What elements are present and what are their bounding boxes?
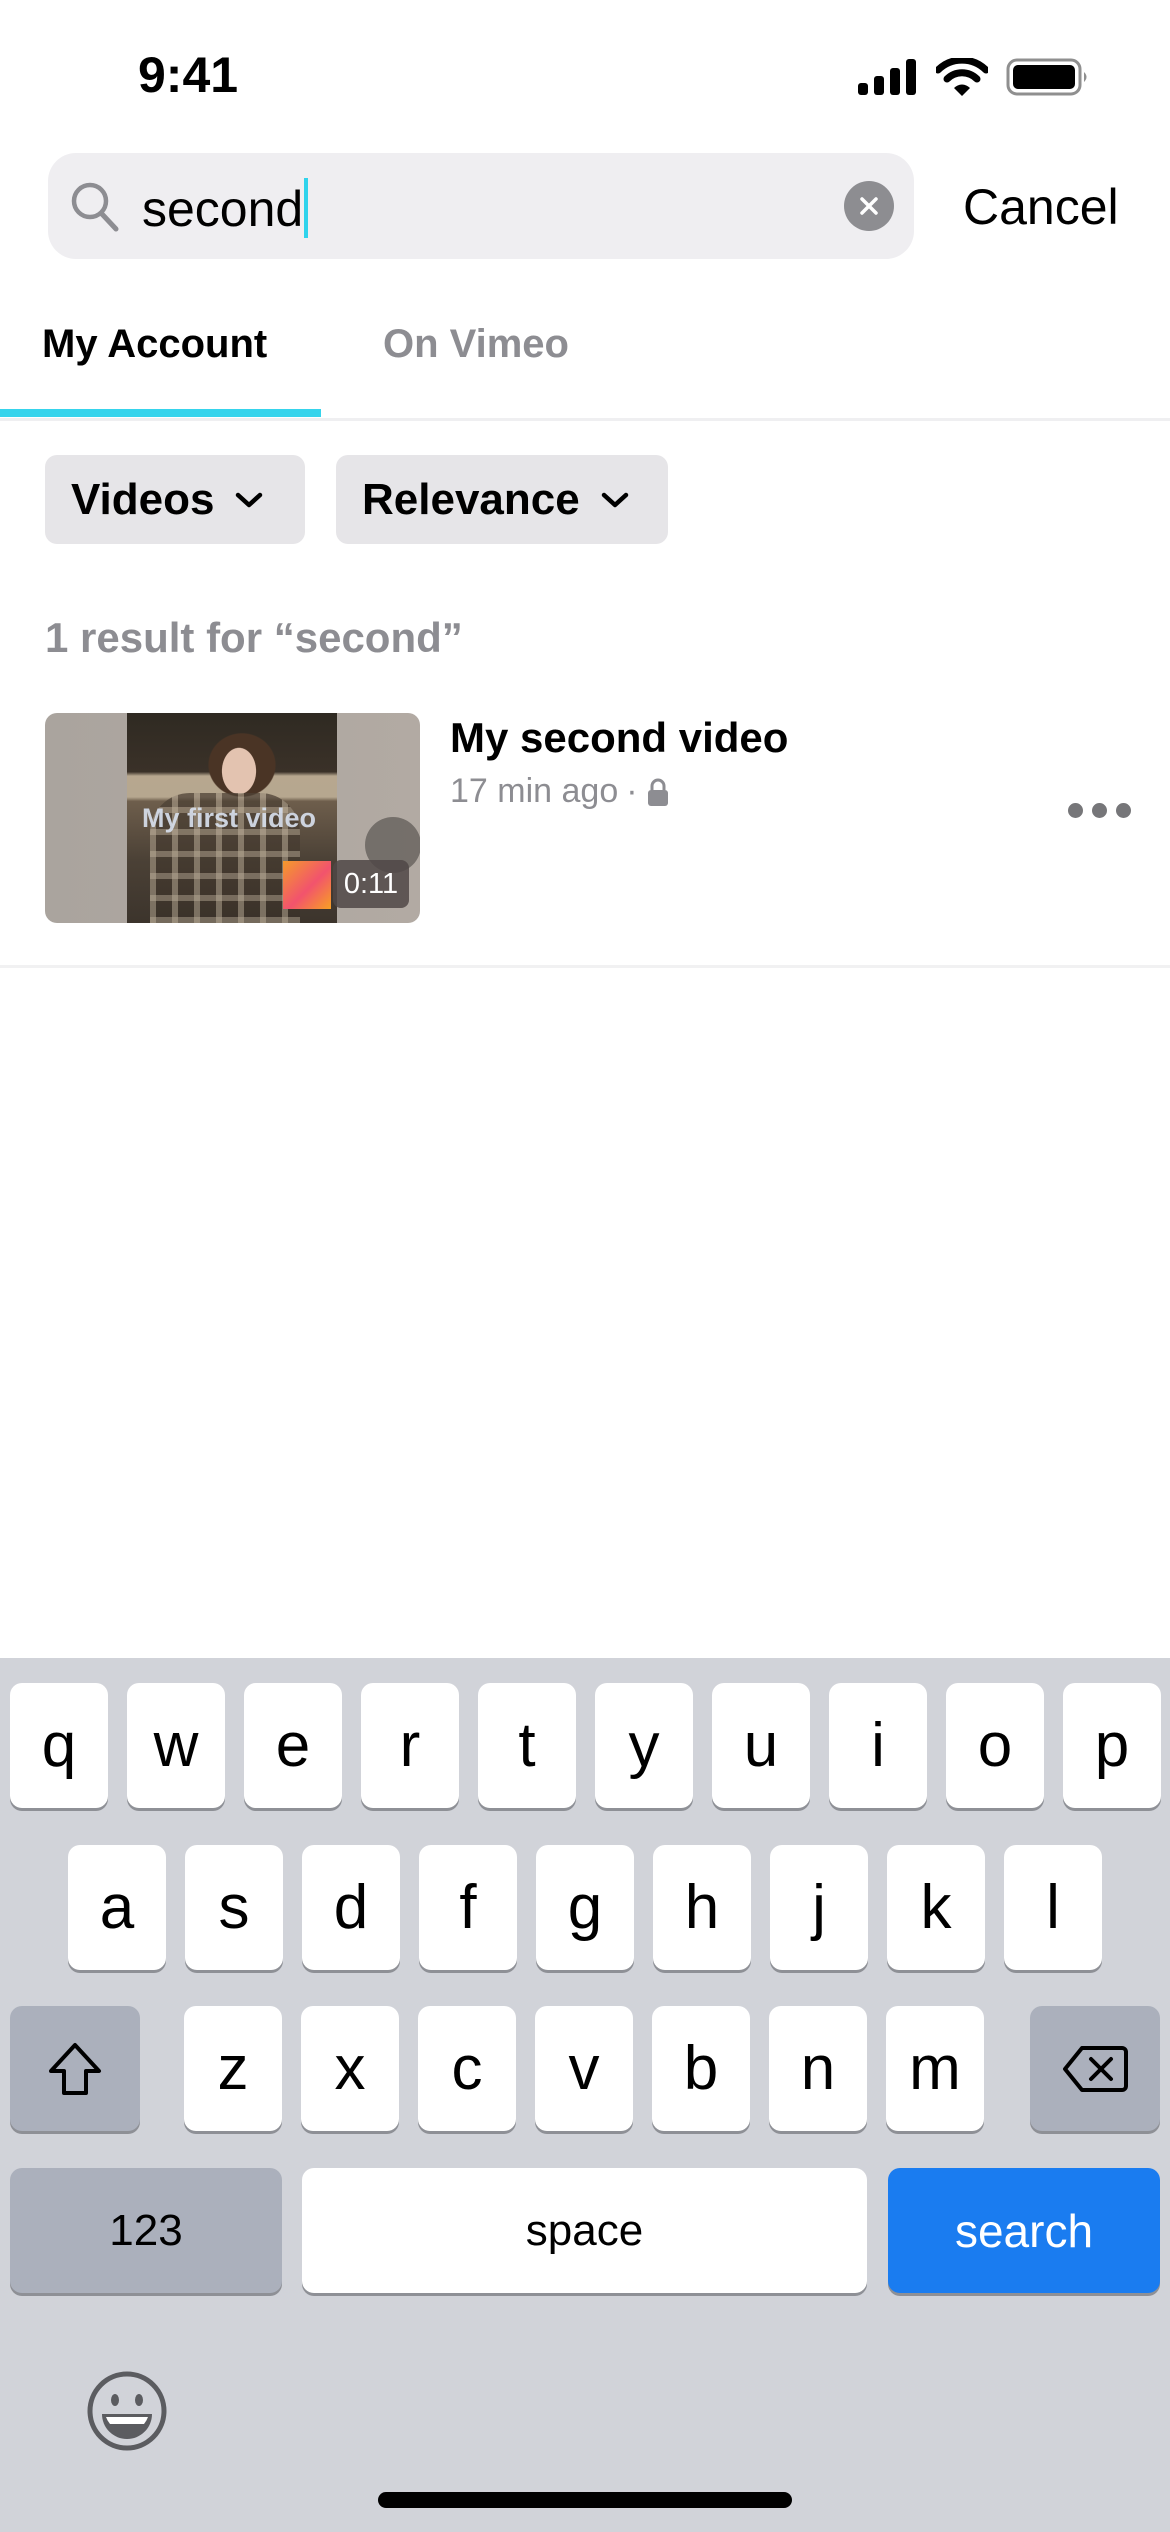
- result-divider: [0, 965, 1170, 968]
- key-t[interactable]: t: [478, 1683, 576, 1808]
- shift-key[interactable]: [10, 2006, 140, 2131]
- video-duration: 0:11: [333, 860, 409, 908]
- result-count: 1 result for “second”: [45, 614, 463, 661]
- key-l[interactable]: l: [1004, 1845, 1102, 1970]
- key-q[interactable]: q: [10, 1683, 108, 1808]
- key-d[interactable]: d: [302, 1845, 400, 1970]
- key-u[interactable]: u: [712, 1683, 810, 1808]
- search-icon: [71, 182, 119, 232]
- key-s[interactable]: s: [185, 1845, 283, 1970]
- key-a[interactable]: a: [68, 1845, 166, 1970]
- key-p[interactable]: p: [1063, 1683, 1161, 1808]
- backspace-key[interactable]: [1030, 2006, 1160, 2131]
- key-y[interactable]: y: [595, 1683, 693, 1808]
- key-w[interactable]: w: [127, 1683, 225, 1808]
- active-tab-indicator: [0, 409, 321, 417]
- chevron-down-icon: [601, 492, 628, 507]
- video-meta: 17 min ago ·: [450, 772, 670, 811]
- tab-on-vimeo[interactable]: On Vimeo: [383, 322, 569, 367]
- filter-sort-dropdown[interactable]: Relevance: [336, 455, 668, 544]
- clear-icon: [860, 197, 878, 215]
- tab-my-account[interactable]: My Account: [42, 322, 267, 367]
- cellular-signal-icon: [858, 59, 916, 95]
- search-key[interactable]: search: [888, 2168, 1160, 2293]
- filter-sort-label: Relevance: [362, 474, 580, 524]
- home-indicator: [378, 2492, 792, 2508]
- search-field[interactable]: second: [48, 153, 914, 259]
- battery-icon: [1006, 58, 1087, 96]
- video-title[interactable]: My second video: [450, 714, 788, 762]
- shift-icon: [49, 2042, 101, 2095]
- key-g[interactable]: g: [536, 1845, 634, 1970]
- key-m[interactable]: m: [886, 2006, 984, 2131]
- status-time: 9:41: [138, 47, 239, 103]
- key-f[interactable]: f: [419, 1845, 517, 1970]
- key-v[interactable]: v: [535, 2006, 633, 2131]
- thumbnail-overlay-text: My first video: [142, 803, 317, 833]
- more-dot-icon: [1068, 803, 1083, 818]
- status-icons: [858, 58, 1090, 96]
- chevron-down-icon: [236, 492, 263, 507]
- text-caret: [304, 178, 309, 238]
- numbers-key[interactable]: 123: [10, 2168, 282, 2293]
- key-i[interactable]: i: [829, 1683, 927, 1808]
- key-h[interactable]: h: [653, 1845, 751, 1970]
- thumbnail-gradient-badge: [283, 861, 331, 909]
- more-dot-icon: [1092, 803, 1107, 818]
- tab-divider: [0, 418, 1170, 421]
- key-e[interactable]: e: [244, 1683, 342, 1808]
- filter-type-label: Videos: [71, 474, 215, 524]
- cancel-button[interactable]: Cancel: [963, 178, 1119, 236]
- key-c[interactable]: c: [418, 2006, 516, 2131]
- more-dot-icon: [1116, 803, 1131, 818]
- key-j[interactable]: j: [770, 1845, 868, 1970]
- clear-search-button[interactable]: [844, 181, 894, 231]
- key-o[interactable]: o: [946, 1683, 1044, 1808]
- key-x[interactable]: x: [301, 2006, 399, 2131]
- key-b[interactable]: b: [652, 2006, 750, 2131]
- emoji-icon[interactable]: [86, 2370, 168, 2452]
- video-thumbnail[interactable]: My first video 0:11: [45, 713, 420, 923]
- video-age: 17 min ago: [450, 772, 619, 810]
- wifi-icon: [936, 58, 988, 96]
- space-key[interactable]: space: [302, 2168, 867, 2293]
- more-options-button[interactable]: [1068, 803, 1131, 818]
- filter-type-dropdown[interactable]: Videos: [45, 455, 305, 544]
- meta-separator: ·: [626, 772, 638, 810]
- key-n[interactable]: n: [769, 2006, 867, 2131]
- key-k[interactable]: k: [887, 1845, 985, 1970]
- backspace-icon: [1063, 2045, 1128, 2092]
- key-z[interactable]: z: [184, 2006, 282, 2131]
- lock-icon: [647, 778, 668, 806]
- key-r[interactable]: r: [361, 1683, 459, 1808]
- search-input-value: second: [142, 181, 304, 237]
- search-input[interactable]: second: [142, 178, 309, 238]
